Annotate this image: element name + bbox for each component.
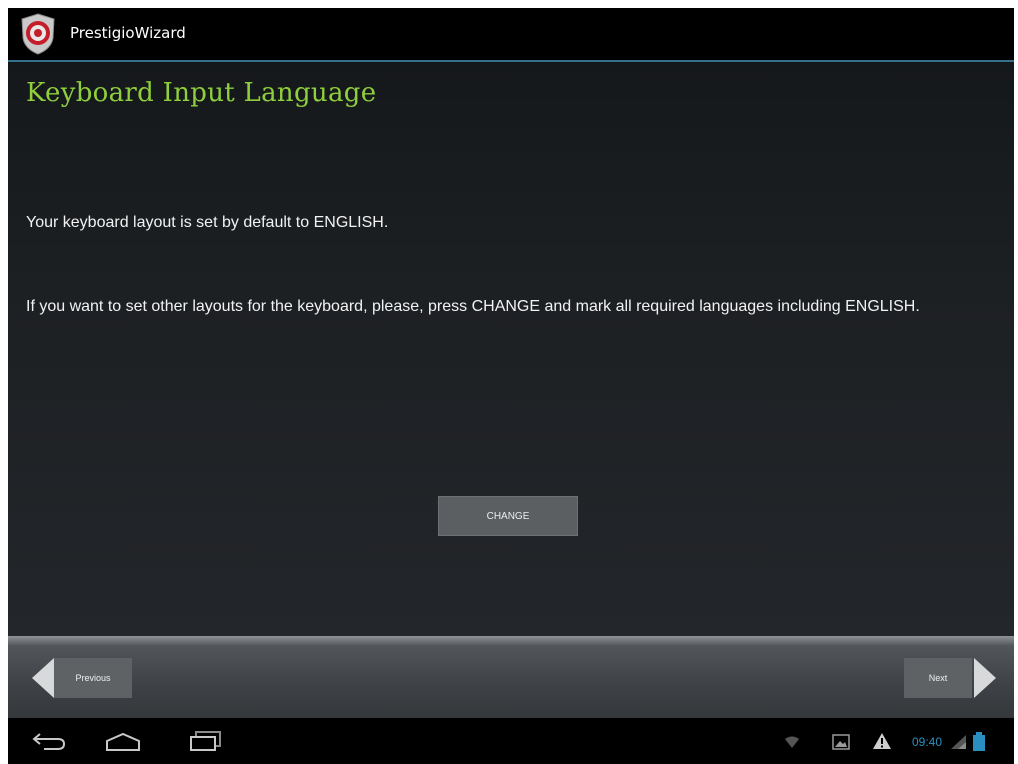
home-icon[interactable] [104, 732, 142, 752]
wifi-icon [785, 736, 799, 748]
previous-button[interactable]: Previous [32, 658, 132, 698]
warning-icon [873, 733, 891, 749]
signal-icon [951, 735, 966, 749]
tablet-screen: PrestigioWizard Keyboard Input Language … [8, 8, 1014, 764]
change-button[interactable]: CHANGE [438, 496, 578, 536]
next-button[interactable]: Next [894, 658, 996, 698]
arrow-left-icon [32, 658, 54, 698]
back-icon[interactable] [32, 730, 68, 752]
wizard-navigation-bar: Previous Next [8, 636, 1014, 718]
default-layout-text: Your keyboard layout is set by default t… [26, 214, 389, 231]
wizard-content: Keyboard Input Language Your keyboard la… [8, 62, 1014, 636]
clock: 09:40 [912, 735, 943, 749]
recent-apps-icon[interactable] [188, 730, 224, 752]
system-bar: 09:40 [8, 718, 1014, 764]
app-title: PrestigioWizard [70, 24, 186, 42]
change-instructions-text: If you want to set other layouts for the… [26, 298, 920, 315]
battery-icon [973, 732, 985, 751]
prestigio-logo-icon [21, 13, 55, 55]
previous-label: Previous [54, 658, 132, 698]
page-heading: Keyboard Input Language [26, 78, 377, 108]
title-bar: PrestigioWizard [8, 8, 1014, 62]
next-label: Next [904, 658, 972, 698]
gallery-icon [832, 734, 850, 750]
arrow-right-icon [974, 658, 996, 698]
